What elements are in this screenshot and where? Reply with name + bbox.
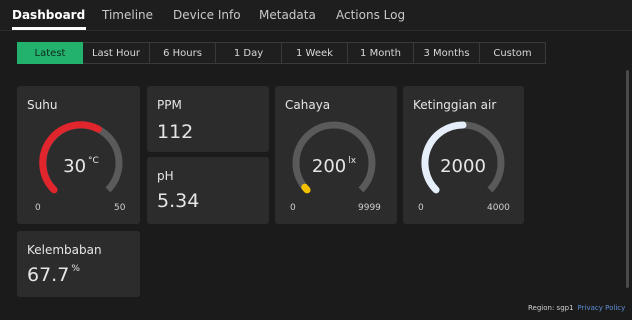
ketinggian-air-value: 2000 [440, 156, 486, 177]
cahaya-value: 200 lx [311, 156, 357, 177]
ketinggian-air-max: 4000 [487, 203, 510, 213]
cahaya-max: 9999 [358, 203, 381, 213]
footer: Region: sgp1 Privacy Policy [528, 304, 625, 312]
suhu-min: 0 [35, 203, 41, 213]
cahaya-min: 0 [290, 203, 296, 213]
suhu-max: 50 [114, 203, 126, 213]
suhu-value: 30 °C [63, 156, 99, 177]
privacy-policy-link[interactable]: Privacy Policy [578, 304, 626, 312]
cahaya-gauge-fill [301, 183, 311, 194]
ketinggian-air-min: 0 [418, 203, 424, 213]
vertical-scrollbar[interactable] [626, 70, 629, 288]
region-label: Region: sgp1 [528, 304, 574, 312]
